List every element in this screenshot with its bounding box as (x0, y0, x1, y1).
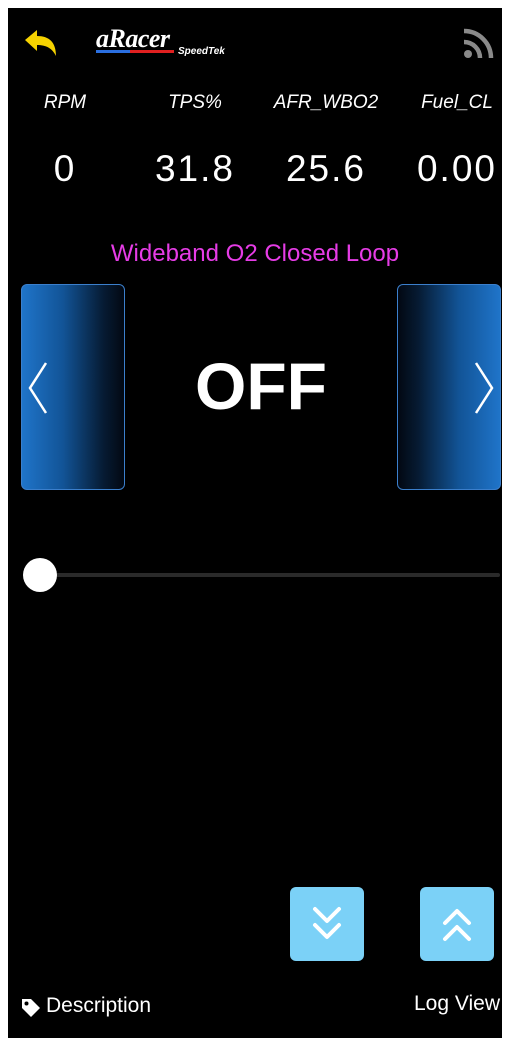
previous-option-button[interactable] (21, 284, 125, 490)
app-screen: aRacer SpeedTek RPM TPS% AFR_WBO2 Fuel_C… (8, 8, 502, 1038)
logo-subtext: SpeedTek (178, 46, 225, 57)
next-option-button[interactable] (397, 284, 501, 490)
setting-value: OFF (195, 349, 327, 423)
gauge-value-fuel: 0.00 (416, 148, 497, 189)
connection-button[interactable] (462, 28, 494, 60)
double-chevron-up-icon (443, 909, 471, 941)
logo-stripe-blue (96, 50, 130, 53)
description-label: Description (46, 994, 152, 1017)
gauge-label-tps: TPS% (168, 92, 222, 113)
back-button[interactable] (22, 28, 62, 60)
aracer-logo: aRacer SpeedTek (96, 24, 246, 64)
double-chevron-down-icon (313, 907, 341, 939)
back-arrow-icon (25, 30, 56, 56)
log-view-link[interactable]: Log View (414, 992, 500, 1016)
gauge-label-rpm: RPM (43, 92, 87, 113)
tag-icon (22, 999, 40, 1017)
rss-icon (463, 28, 494, 59)
chevron-right-icon (474, 362, 494, 414)
logo-stripe-red (130, 50, 174, 53)
gauge-labels: RPM TPS% AFR_WBO2 Fuel_CL (8, 92, 502, 116)
gauge-values: 0 31.8 25.6 0.00 (8, 148, 502, 192)
setting-title: Wideband O2 Closed Loop (110, 240, 400, 267)
chevron-left-icon (28, 362, 48, 414)
page-up-button[interactable] (420, 887, 494, 961)
setting-slider-track[interactable] (38, 573, 500, 577)
page-down-button[interactable] (290, 887, 364, 961)
gauge-label-fuel: Fuel_CL (421, 92, 493, 113)
gauge-label-afr: AFR_WBO2 (273, 92, 379, 113)
gauge-value-tps: 31.8 (154, 148, 235, 189)
setting-slider-thumb[interactable] (23, 558, 57, 592)
gauge-value-rpm: 0 (53, 148, 77, 189)
gauge-value-afr: 25.6 (285, 148, 366, 189)
